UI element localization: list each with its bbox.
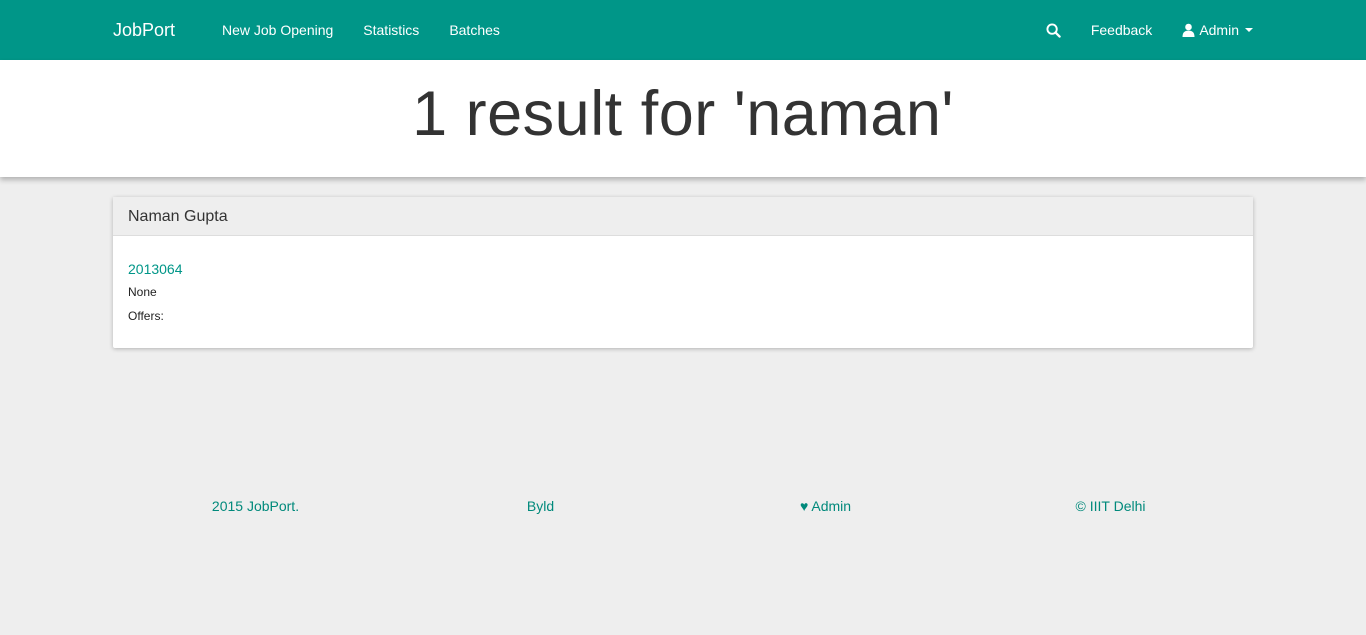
student-status: None [128,285,157,299]
nav-new-job-opening[interactable]: New Job Opening [207,0,348,60]
nav-statistics[interactable]: Statistics [348,0,434,60]
user-menu-label: Admin [1199,22,1239,38]
chevron-down-icon [1245,28,1253,32]
footer-admin-link[interactable]: ♥ Admin [683,496,968,516]
result-card-title: Naman Gupta [113,197,1253,236]
brand-link[interactable]: JobPort [113,0,175,60]
result-card: Naman Gupta 2013064 None Offers: [113,197,1253,348]
top-navbar: JobPort New Job Opening Statistics Batch… [0,0,1366,60]
search-button[interactable] [1031,0,1076,60]
search-results-header: 1 result for 'naman' [0,60,1366,177]
footer-copyright-link[interactable]: 2015 JobPort. [113,496,398,516]
page-title: 1 result for 'naman' [412,79,954,149]
footer-byld-link[interactable]: Byld [398,496,683,516]
result-card-body: 2013064 None Offers: [113,236,1253,328]
search-icon [1046,22,1061,38]
user-icon [1182,23,1195,37]
footer: 2015 JobPort. Byld ♥ Admin © IIIT Delhi [113,496,1253,516]
student-offers-label: Offers: [128,309,164,323]
nav-feedback[interactable]: Feedback [1076,0,1167,60]
footer-iiitd-link[interactable]: © IIIT Delhi [968,496,1253,516]
user-menu-toggle[interactable]: Admin [1167,0,1253,60]
student-roll-link[interactable]: 2013064 [128,260,183,278]
nav-right: Feedback Admin [1031,0,1253,60]
nav-links: New Job Opening Statistics Batches [207,0,515,60]
navbar-container: JobPort New Job Opening Statistics Batch… [113,0,1253,60]
nav-batches[interactable]: Batches [434,0,515,60]
